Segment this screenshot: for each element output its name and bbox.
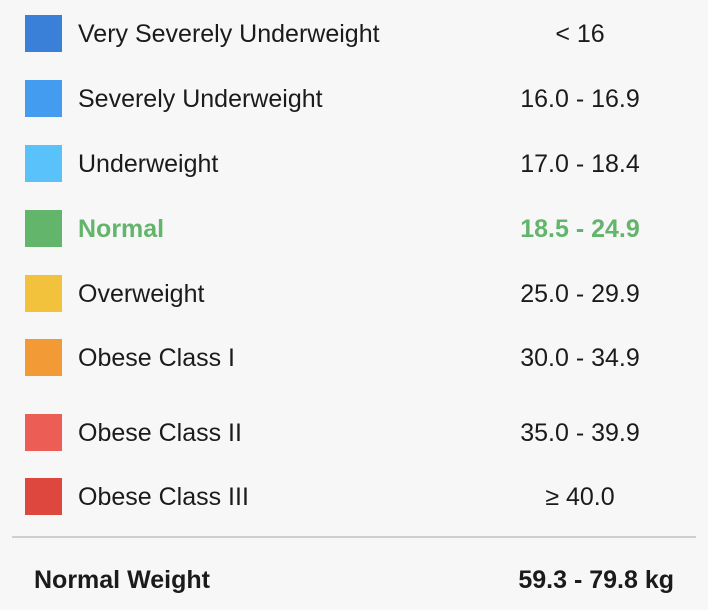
color-swatch-icon [25,339,62,376]
bmi-row-severely-underweight: Severely Underweight 16.0 - 16.9 [0,71,708,127]
bmi-category-list: Very Severely Underweight < 16 Severely … [0,0,708,536]
color-swatch-icon [25,414,62,451]
color-swatch-icon [25,210,62,247]
category-label: Obese Class II [78,419,242,447]
bmi-reference-screen: Very Severely Underweight < 16 Severely … [0,0,708,610]
category-label: Obese Class III [78,483,249,511]
bmi-row-very-severely-underweight: Very Severely Underweight < 16 [0,6,708,62]
category-label: Obese Class I [78,344,236,372]
bmi-row-obese-class-3: Obese Class III ≥ 40.0 [0,469,708,525]
section-divider [12,536,696,538]
category-label: Overweight [78,280,205,308]
color-swatch-icon [25,145,62,182]
color-swatch-icon [25,275,62,312]
category-label: Severely Underweight [78,85,323,113]
category-label: Underweight [78,150,219,178]
color-swatch-icon [25,478,62,515]
bmi-row-normal: Normal 18.5 - 24.9 [0,201,708,257]
bmi-range-value: 16.0 - 16.9 [520,85,640,113]
bmi-row-obese-class-1: Obese Class I 30.0 - 34.9 [0,330,708,386]
color-swatch-icon [25,15,62,52]
summary-label: Normal Weight [34,566,210,594]
bmi-range-value: 17.0 - 18.4 [520,150,640,178]
category-label: Very Severely Underweight [78,20,380,48]
summary-weight-range: 59.3 - 79.8 kg [518,566,674,594]
bmi-range-value: < 16 [555,20,605,48]
bmi-range-value: 35.0 - 39.9 [520,419,640,447]
color-swatch-icon [25,80,62,117]
bmi-range-value: 25.0 - 29.9 [520,280,640,308]
normal-weight-summary: Normal Weight 59.3 - 79.8 kg [0,550,708,610]
bmi-row-underweight: Underweight 17.0 - 18.4 [0,136,708,192]
bmi-range-value: 30.0 - 34.9 [520,344,640,372]
bmi-row-overweight: Overweight 25.0 - 29.9 [0,266,708,322]
bmi-range-value: 18.5 - 24.9 [520,215,640,243]
category-label: Normal [78,215,165,243]
bmi-row-obese-class-2: Obese Class II 35.0 - 39.9 [0,405,708,461]
bmi-range-value: ≥ 40.0 [545,483,615,511]
